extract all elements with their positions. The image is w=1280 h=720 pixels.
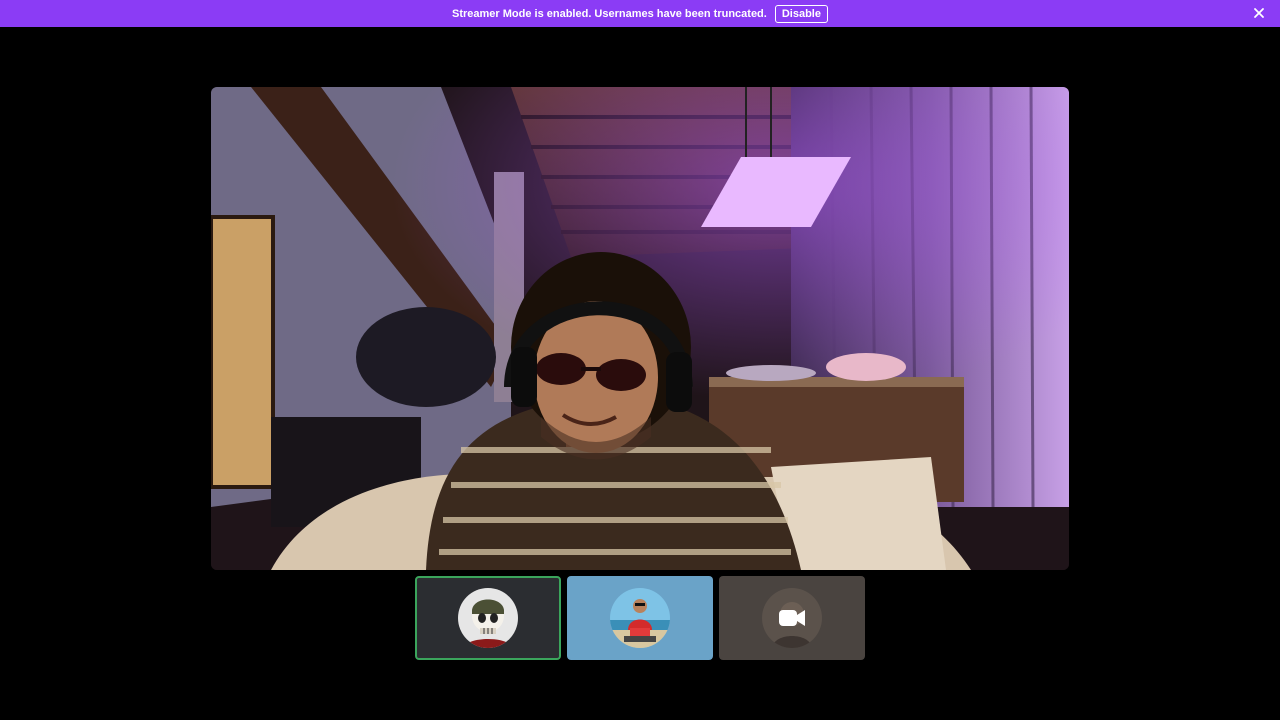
participant-tile-video[interactable]: [719, 576, 865, 660]
participant-tile-2[interactable]: [567, 576, 713, 660]
participant-tiles: [415, 576, 866, 660]
streamer-mode-banner: Streamer Mode is enabled. Usernames have…: [0, 0, 1280, 27]
skull-soldier-avatar: [458, 588, 518, 648]
streamer-mode-message: Streamer Mode is enabled. Usernames have…: [452, 7, 767, 20]
close-icon[interactable]: [1252, 6, 1266, 20]
video-camera-icon: [778, 608, 806, 628]
disable-streamer-mode-button[interactable]: Disable: [774, 4, 828, 23]
main-video-stream[interactable]: [211, 87, 1069, 570]
man-red-shirt-avatar: [610, 588, 670, 648]
participant-tile-speaking[interactable]: [415, 576, 561, 660]
